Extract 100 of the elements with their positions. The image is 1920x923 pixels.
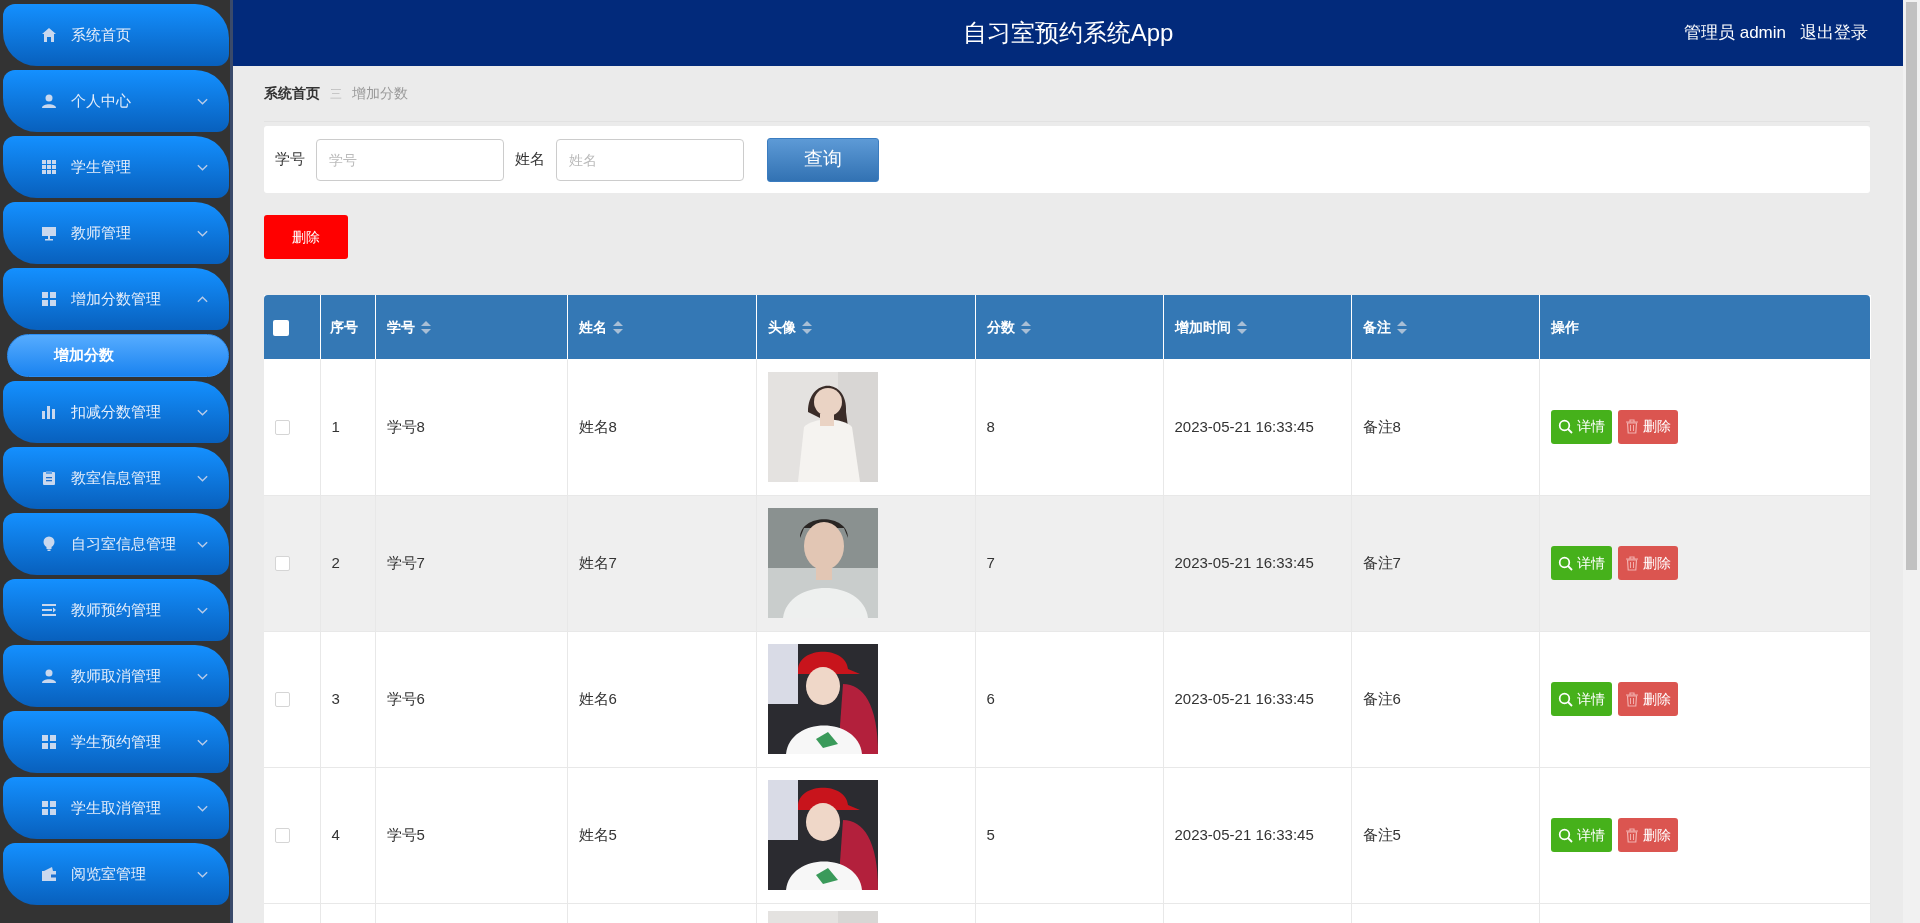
sidebar-item[interactable]: 自习室信息管理 [3, 513, 229, 575]
table-cell: 2023-05-21 16:33:45 [1174, 417, 1314, 435]
table-cell: 姓名6 [578, 689, 617, 707]
column-header[interactable]: 备注 [1362, 318, 1391, 335]
table-cell: 3 [331, 689, 340, 707]
app-title: 自习室预约系统App [962, 18, 1174, 48]
table-row[interactable]: 3 学号6 姓名6 6 2023-05-21 16:33:45 备注6 详情 删除 [264, 631, 1870, 767]
column-header[interactable]: 序号 [329, 318, 358, 335]
scrollbar[interactable] [1903, 0, 1920, 923]
detail-button[interactable]: 详情 [1550, 818, 1612, 852]
trash-icon [1624, 827, 1639, 843]
table-cell: 6 [986, 689, 995, 707]
column-header[interactable]: 姓名 [578, 318, 607, 335]
table-cell: 2023-05-21 16:33:45 [1174, 825, 1314, 843]
sidebar-item[interactable]: 教师预约管理 [3, 579, 229, 641]
sidebar-item[interactable]: 增加分数管理 [3, 268, 229, 330]
detail-button[interactable]: 详情 [1550, 546, 1612, 580]
table-cell: 备注6 [1362, 689, 1401, 707]
delete-button[interactable]: 删除 [1617, 682, 1678, 716]
trash-icon [1624, 555, 1639, 571]
row-checkbox[interactable] [275, 828, 290, 844]
search-icon [1557, 555, 1573, 571]
table-cell: 学号6 [386, 689, 425, 707]
table-cell: 1 [331, 417, 340, 435]
sidebar-item[interactable]: 个人中心 [3, 70, 229, 132]
tiles-icon [41, 291, 57, 307]
input-field[interactable]: 学号 [316, 138, 504, 181]
grid-icon [41, 159, 57, 175]
tiles-icon [41, 800, 57, 816]
search-icon [1557, 827, 1573, 843]
table-row[interactable]: 4 学号5 姓名5 5 2023-05-21 16:33:45 备注5 详情 删除 [264, 767, 1870, 903]
user-icon [41, 668, 57, 684]
sidebar-item[interactable]: 系统首页 [3, 4, 229, 66]
sidebar-item[interactable]: 学生管理 [3, 136, 229, 198]
table-row[interactable]: 1 学号8 姓名8 8 2023-05-21 16:33:45 备注8 详情 删除 [264, 359, 1870, 495]
breadcrumb-link[interactable]: 系统首页 [264, 83, 320, 104]
select-all-checkbox[interactable] [273, 319, 289, 336]
detail-button[interactable]: 详情 [1550, 409, 1612, 444]
clipboard-icon [41, 470, 57, 486]
column-header[interactable]: 学号 [386, 318, 415, 335]
column-header[interactable]: 分数 [986, 318, 1015, 335]
table-cell: 2023-05-21 16:33:45 [1174, 689, 1314, 707]
sidebar-item[interactable]: 阅览室管理 [3, 843, 229, 905]
sort-icon[interactable] [1396, 321, 1407, 335]
home-icon [41, 27, 57, 43]
column-header[interactable]: 操作 [1550, 318, 1579, 335]
table-cell: 备注5 [1362, 825, 1401, 843]
table-cell: 姓名8 [578, 417, 617, 435]
table-cell: 8 [986, 417, 995, 435]
input-field[interactable]: 姓名 [556, 138, 744, 181]
table-cell: 学号7 [386, 553, 425, 571]
sort-icon[interactable] [420, 321, 431, 335]
row-checkbox[interactable] [275, 420, 290, 436]
list-icon [41, 602, 57, 618]
delete-button[interactable]: 删除 [1617, 409, 1678, 444]
sort-icon[interactable] [1020, 321, 1031, 335]
table-cell: 2023-05-21 16:33:45 [1174, 553, 1314, 571]
sidebar-item[interactable]: 学生取消管理 [3, 777, 229, 839]
sort-icon[interactable] [1236, 321, 1247, 335]
search-icon [1557, 691, 1573, 707]
user-label: 管理员 admin [1683, 22, 1786, 45]
delete-button[interactable]: 删除 [1617, 818, 1678, 852]
field-label: 学号 [275, 149, 305, 170]
lightbulb-icon [41, 536, 57, 552]
field-label: 姓名 [515, 149, 545, 170]
sidebar-item[interactable]: 教室信息管理 [3, 447, 229, 509]
sidebar-item[interactable]: 学生预约管理 [3, 711, 229, 773]
detail-button[interactable]: 详情 [1550, 682, 1612, 716]
sort-icon[interactable] [801, 321, 812, 335]
column-header[interactable]: 增加时间 [1174, 318, 1231, 335]
sidebar-subitem[interactable]: 增加分数 [7, 334, 229, 377]
search-icon [1557, 419, 1573, 435]
table-row[interactable]: 2 学号7 姓名7 7 2023-05-21 16:33:45 备注7 详情 删除 [264, 495, 1870, 631]
scrollbar-thumb[interactable] [1906, 2, 1917, 570]
trash-icon [1624, 419, 1639, 435]
column-header[interactable]: 头像 [767, 318, 796, 335]
table-cell: 学号5 [386, 825, 425, 843]
table-cell: 学号8 [386, 417, 425, 435]
sort-icon[interactable] [612, 321, 623, 335]
user-icon [41, 93, 57, 109]
sidebar-item[interactable]: 教师管理 [3, 202, 229, 264]
query-button[interactable]: 查询 [767, 137, 879, 182]
sidebar-item[interactable]: 扣减分数管理 [3, 381, 229, 443]
sidebar-item[interactable]: 教师取消管理 [3, 645, 229, 707]
tiles-icon [41, 734, 57, 750]
logout-link[interactable]: 退出登录 [1800, 20, 1868, 46]
wallet-icon [41, 866, 57, 882]
table-cell: 姓名5 [578, 825, 617, 843]
table-cell: 备注7 [1362, 553, 1401, 571]
row-checkbox[interactable] [275, 556, 290, 572]
table-cell: 姓名7 [578, 553, 617, 571]
table-cell: 7 [986, 553, 995, 571]
trash-icon [1624, 691, 1639, 707]
breadcrumb-current: 增加分数 [352, 84, 408, 103]
table-cell: 2 [331, 553, 340, 571]
bar-chart-icon [41, 404, 57, 420]
monitor-icon [41, 225, 57, 241]
delete-button[interactable]: 删除 [1617, 546, 1678, 580]
delete-button[interactable]: 删除 [264, 215, 348, 259]
row-checkbox[interactable] [275, 692, 290, 708]
